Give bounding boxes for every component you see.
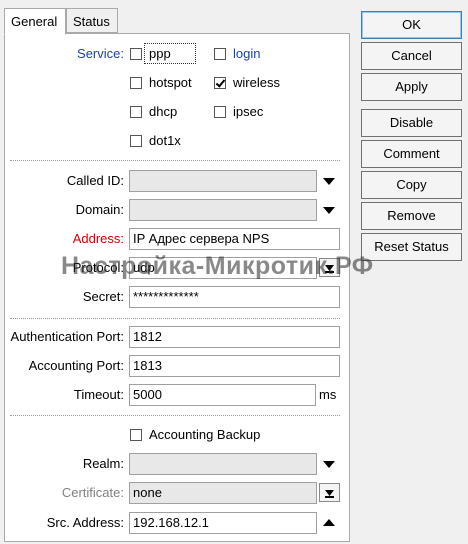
login-label: login: [233, 46, 261, 61]
ipsec-checkbox[interactable]: [214, 106, 226, 118]
called-id-label: Called ID:: [66, 173, 124, 188]
chevron-down-icon: [325, 490, 334, 498]
dropdown-arrow-icon[interactable]: [323, 178, 335, 185]
focus-outline: [144, 43, 196, 64]
timeout-unit: ms: [319, 387, 337, 402]
reset-status-button[interactable]: Reset Status: [361, 233, 462, 261]
cancel-button[interactable]: Cancel: [361, 42, 462, 70]
separator: [10, 415, 340, 416]
accounting-backup-label: Accounting Backup: [149, 427, 261, 442]
hotspot-checkbox[interactable]: [130, 77, 142, 89]
dropdown-arrow-icon[interactable]: [323, 461, 335, 468]
accounting-backup-checkbox[interactable]: [130, 429, 142, 441]
secret-field[interactable]: *************: [129, 286, 340, 308]
wireless-label: wireless: [233, 75, 280, 90]
acct-port-label: Accounting Port:: [28, 358, 124, 373]
comment-button[interactable]: Comment: [361, 140, 462, 168]
timeout-label: Timeout:: [73, 387, 124, 402]
protocol-label: Protocol:: [72, 260, 124, 275]
collapse-arrow-icon[interactable]: [323, 519, 335, 526]
src-address-label: Src. Address:: [46, 515, 124, 530]
dropdown-arrow-icon[interactable]: [323, 207, 335, 214]
address-label: Address:: [72, 231, 124, 246]
apply-button[interactable]: Apply: [361, 73, 462, 101]
dot1x-label: dot1x: [149, 133, 181, 148]
src-address-field[interactable]: 192.168.12.1: [129, 512, 317, 534]
dot1x-checkbox[interactable]: [130, 135, 142, 147]
certificate-label: Certificate:: [61, 485, 124, 500]
domain-label: Domain:: [75, 202, 124, 217]
address-field[interactable]: IP Адрес сервера NPS: [129, 228, 340, 250]
realm-field[interactable]: [129, 453, 317, 475]
certificate-select[interactable]: none: [129, 482, 317, 504]
ipsec-label: ipsec: [233, 104, 264, 119]
login-checkbox[interactable]: [214, 48, 226, 60]
auth-port-label: Authentication Port:: [10, 329, 124, 344]
secret-label: Secret:: [82, 289, 124, 304]
dhcp-label: dhcp: [149, 104, 178, 119]
protocol-dropdown-button[interactable]: [319, 258, 340, 277]
separator: [10, 160, 340, 161]
realm-label: Realm:: [82, 456, 124, 471]
disable-button[interactable]: Disable: [361, 109, 462, 137]
auth-port-field[interactable]: 1812: [129, 326, 340, 348]
chevron-down-icon: [325, 265, 334, 273]
called-id-field[interactable]: [129, 170, 317, 192]
hotspot-label: hotspot: [149, 75, 192, 90]
ok-button[interactable]: OK: [361, 11, 462, 39]
certificate-dropdown-button[interactable]: [319, 483, 340, 502]
dhcp-checkbox[interactable]: [130, 106, 142, 118]
separator: [10, 318, 340, 319]
tab-status[interactable]: Status: [66, 8, 118, 33]
acct-port-field[interactable]: 1813: [129, 355, 340, 377]
copy-button[interactable]: Copy: [361, 171, 462, 199]
timeout-field[interactable]: 5000: [129, 384, 316, 406]
ppp-checkbox[interactable]: [130, 48, 142, 60]
service-label: Service:: [77, 46, 124, 61]
domain-field[interactable]: [129, 199, 317, 221]
wireless-checkbox[interactable]: [214, 77, 226, 89]
remove-button[interactable]: Remove: [361, 202, 462, 230]
protocol-select[interactable]: udp: [129, 257, 317, 279]
tab-general[interactable]: General: [4, 8, 66, 35]
